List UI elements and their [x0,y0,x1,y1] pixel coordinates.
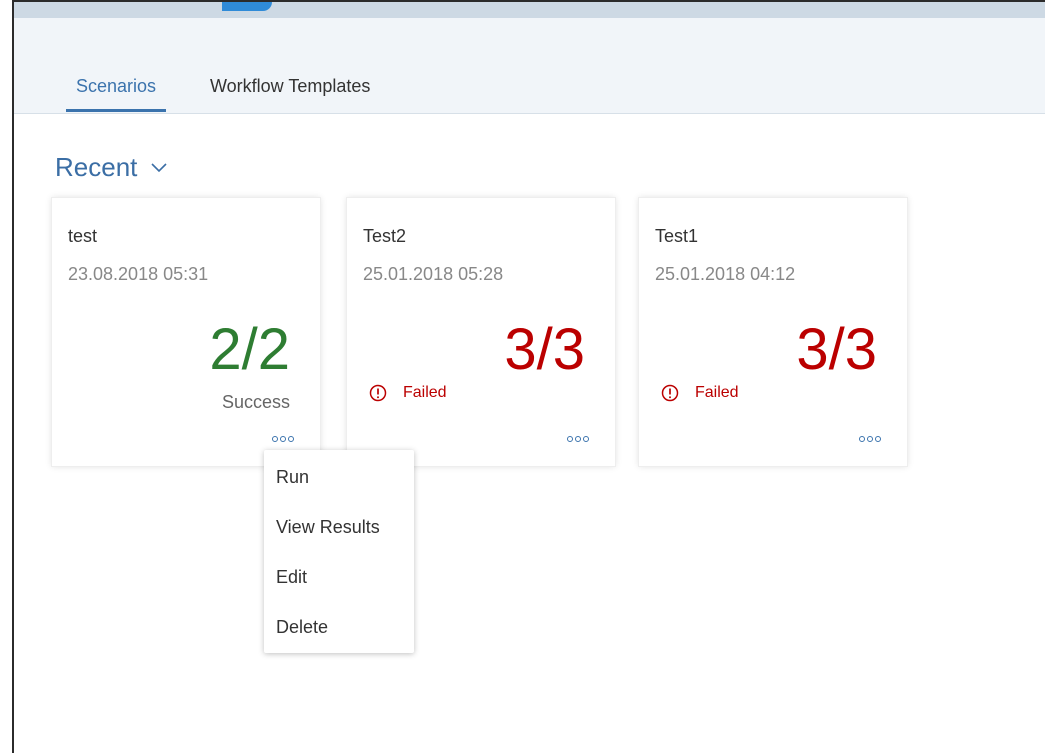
status-text: Failed [695,384,739,401]
alert-icon [661,384,679,402]
scenario-date: 23.08.2018 05:31 [68,264,209,284]
scenario-date: 25.01.2018 04:12 [655,264,796,284]
menu-item-edit[interactable]: Edit [264,552,414,602]
scenario-name: Test1 [655,226,699,246]
scenario-card-test2[interactable]: Test2 25.01.2018 05:28 3/3 Failed [347,198,615,466]
app-window: Scenarios Workflow Templates Recent test… [12,0,1045,753]
top-bar [14,2,1045,18]
more-options-icon[interactable] [272,436,294,442]
scenario-card-test[interactable]: test 23.08.2018 05:31 2/2 Success [52,198,320,466]
status-failed: Failed [369,384,447,402]
status-text: Success [221,392,290,412]
scenario-ratio: 3/3 [504,317,585,382]
scenario-card-test1[interactable]: Test1 25.01.2018 04:12 3/3 Failed [639,198,907,466]
scenario-ratio: 2/2 [209,317,290,382]
chevron-down-icon [151,162,167,173]
recent-dropdown[interactable]: Recent [55,152,167,183]
status-text: Failed [403,384,447,401]
main-content: Recent test 23.08.2018 05:31 2/2 Success… [14,114,1045,753]
section-title: Recent [55,152,138,182]
scenario-ratio: 3/3 [796,317,877,382]
scenario-date: 25.01.2018 05:28 [363,264,504,284]
context-menu: Run View Results Edit Delete [264,450,414,653]
scenario-name: test [68,226,98,246]
menu-item-view-results[interactable]: View Results [264,502,414,552]
menu-item-run[interactable]: Run [264,452,414,502]
alert-icon [369,384,387,402]
top-bar-accent [222,2,272,11]
scenario-name: Test2 [363,226,407,246]
tab-scenarios[interactable]: Scenarios [66,76,166,112]
tab-header: Scenarios Workflow Templates [14,18,1045,114]
menu-item-delete[interactable]: Delete [264,602,414,652]
status-failed: Failed [661,384,739,402]
more-options-icon[interactable] [859,436,881,442]
tab-workflow-templates[interactable]: Workflow Templates [210,76,370,112]
more-options-icon[interactable] [567,436,589,442]
